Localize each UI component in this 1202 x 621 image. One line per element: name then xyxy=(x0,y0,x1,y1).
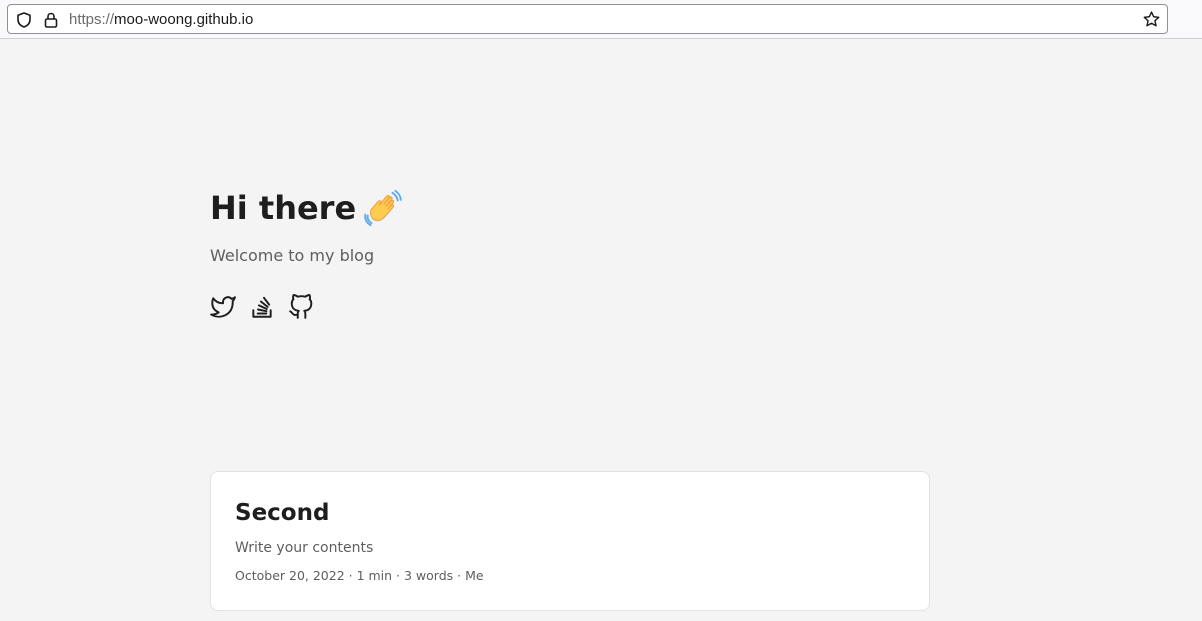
twitter-link[interactable] xyxy=(210,294,236,320)
hero-title-text: Hi there xyxy=(210,189,357,227)
bookmark-star-icon[interactable] xyxy=(1142,10,1161,29)
hero-section: Hi there Welcome to my blog xyxy=(210,186,930,319)
post-summary: Write your contents xyxy=(235,540,374,556)
github-link[interactable] xyxy=(288,294,314,320)
lock-icon[interactable] xyxy=(42,11,60,29)
browser-toolbar: https://moo-woong.github.io xyxy=(0,0,1202,39)
hero-title: Hi there xyxy=(210,186,930,230)
url-text[interactable]: https://moo-woong.github.io xyxy=(69,11,253,29)
stackoverflow-icon xyxy=(252,296,272,318)
hero-subtitle: Welcome to my blog xyxy=(210,246,375,265)
post-card[interactable]: Second Write your contents October 20, 2… xyxy=(210,471,930,611)
post-title[interactable]: Second xyxy=(235,496,905,530)
post-meta: October 20, 2022 · 1 min · 3 words · Me xyxy=(235,568,484,583)
url-host: moo-woong.github.io xyxy=(114,11,254,28)
waving-hand-icon xyxy=(364,189,402,227)
twitter-icon xyxy=(210,296,236,318)
shield-icon[interactable] xyxy=(15,11,33,29)
stackoverflow-link[interactable] xyxy=(249,294,275,320)
social-icons xyxy=(210,294,314,320)
address-bar[interactable]: https://moo-woong.github.io xyxy=(7,4,1168,34)
url-scheme: https:// xyxy=(69,11,115,28)
github-icon xyxy=(289,294,313,319)
